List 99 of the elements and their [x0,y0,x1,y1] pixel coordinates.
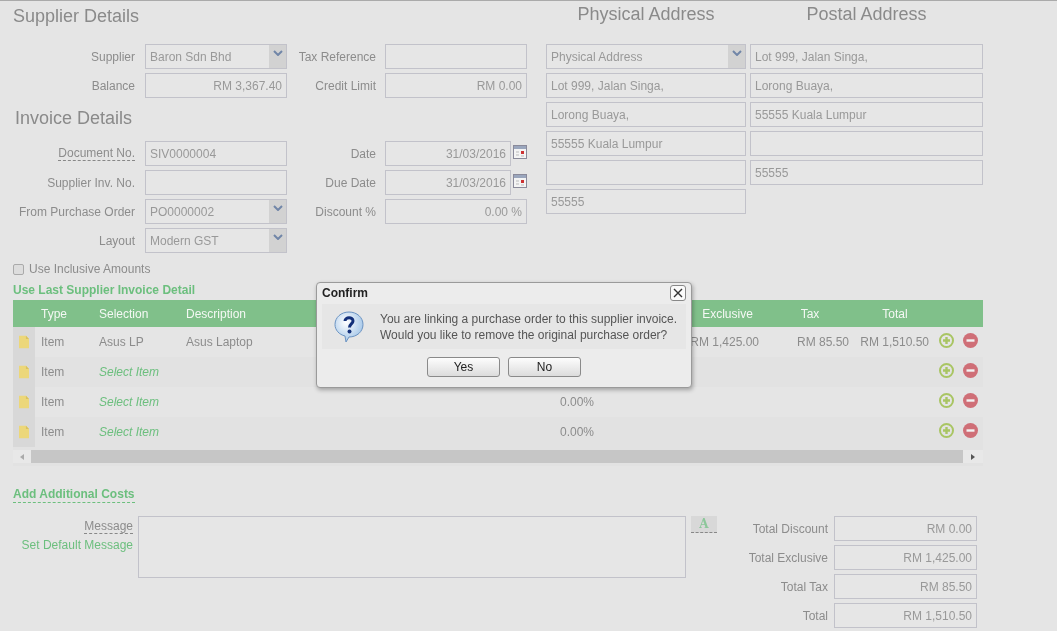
chevron-down-icon [731,50,742,56]
field-label: Balance [91,78,135,93]
section-heading: Invoice Details [14,107,134,130]
field-label: Total Exclusive [748,550,828,565]
table-cell-text: Item [40,425,66,439]
input-field[interactable]: 55555 [750,160,983,185]
close-icon [673,288,683,298]
dialog-button[interactable]: No [508,357,581,377]
chevron-down-icon [272,234,283,240]
table-cell-text: Asus Laptop [185,335,254,349]
table-cell-text: Asus LP [98,335,145,349]
document-icon [19,364,29,380]
remove-icon[interactable] [962,393,978,408]
checkbox[interactable] [13,263,24,275]
table-cell-text: Item [40,395,66,409]
set-default-message-link[interactable]: Set Default Message [21,538,133,552]
chevron-down-icon [272,205,283,211]
input-field[interactable]: RM 0.00 [385,73,527,98]
table-cell-text: Item [40,335,66,349]
select-field[interactable]: Modern GST [145,228,287,253]
input-field[interactable]: RM 1,425.00 [834,545,977,570]
dialog-title: Confirm [322,286,368,300]
add-icon[interactable] [938,333,954,348]
table-cell-text: 0.00% [558,395,595,409]
input-field[interactable]: 55555 Kuala Lumpur [750,102,983,127]
remove-icon[interactable] [962,363,978,378]
scroll-right-icon[interactable] [971,453,975,460]
field-label: Discount % [315,204,376,219]
field-label: Tax Reference [298,49,376,64]
dialog-button[interactable]: Yes [427,357,500,377]
question-icon [333,310,366,343]
field-label: Total Discount [752,521,828,536]
calendar-icon[interactable] [513,145,527,159]
input-field[interactable]: 0.00 % [385,199,527,224]
input-field[interactable]: RM 0.00 [834,516,977,541]
section-heading: Supplier Details [13,5,141,28]
section-heading: Physical Address [576,3,716,26]
document-icon [19,394,29,410]
table-cell-text: 0.00% [558,425,595,439]
field-label: Due Date [325,175,376,190]
select-field[interactable]: PO0000002 [145,199,287,224]
field-label: Document No. [58,146,135,161]
select-field[interactable]: Baron Sdn Bhd [145,44,287,69]
input-field[interactable] [546,160,746,185]
input-field[interactable]: Lot 999, Jalan Singa, [546,73,746,98]
column-header[interactable]: Total [876,306,914,321]
column-header[interactable]: Selection [93,306,155,321]
field-label: Supplier [90,49,135,64]
input-field[interactable]: Lot 999, Jalan Singa, [750,44,983,69]
field-label: Credit Limit [315,78,376,93]
add-icon[interactable] [938,423,954,438]
use-last-link[interactable]: Use Last Supplier Invoice Detail [13,283,196,297]
field-label: Message [84,519,133,534]
document-icon [19,424,29,440]
column-header[interactable]: Exclusive [696,306,759,321]
input-field[interactable]: Lorong Buaya, [546,102,746,127]
field-label: From Purchase Order [18,204,135,219]
scroll-left-icon[interactable] [20,453,24,460]
column-header[interactable]: Tax [794,306,826,321]
format-button[interactable]: A [691,516,717,533]
field-label: Supplier Inv. No. [47,175,135,190]
section-heading: Postal Address [805,3,928,26]
table-cell-text: RM 85.50 [795,335,850,349]
input-field[interactable]: 55555 [546,189,746,214]
message-field[interactable] [138,516,686,578]
input-field[interactable]: RM 85.50 [834,574,977,599]
input-field[interactable] [385,44,527,69]
chevron-down-icon [272,50,283,56]
document-icon [19,334,29,350]
input-field[interactable] [145,170,287,195]
checkbox-label: Use Inclusive Amounts [29,262,151,276]
input-field[interactable]: RM 1,510.50 [834,603,977,628]
field-label: Layout [98,233,135,248]
table-cell-text: RM 1,510.50 [859,335,930,349]
remove-icon[interactable] [962,333,978,348]
add-icon[interactable] [938,393,954,408]
field-label: Date [350,146,376,161]
input-field[interactable]: SIV0000004 [145,141,287,166]
add-costs-link[interactable]: Add Additional Costs [13,487,135,503]
dialog-message: You are linking a purchase order to this supplier invoice. Would you like to remove the original purchase order? [380,310,678,343]
select-item-link[interactable]: Select Item [93,425,166,439]
remove-icon[interactable] [962,423,978,438]
add-icon[interactable] [938,363,954,378]
select-item-link[interactable]: Select Item [93,365,166,379]
calendar-icon[interactable] [513,174,527,188]
select-item-link[interactable]: Select Item [93,395,166,409]
column-header[interactable]: Description [180,306,253,321]
column-header[interactable]: Type [35,306,73,321]
date-field[interactable]: 31/03/2016 [385,141,511,166]
input-field[interactable] [750,131,983,156]
date-field[interactable]: 31/03/2016 [385,170,511,195]
field-label: Total [802,608,828,623]
field-label: Total Tax [780,579,828,594]
close-button[interactable] [670,285,686,301]
table-cell-text: Item [40,365,66,379]
input-field[interactable]: RM 3,367.40 [145,73,287,98]
input-field[interactable]: 55555 Kuala Lumpur [546,131,746,156]
input-field[interactable]: Lorong Buaya, [750,73,983,98]
select-field[interactable]: Physical Address [546,44,746,69]
